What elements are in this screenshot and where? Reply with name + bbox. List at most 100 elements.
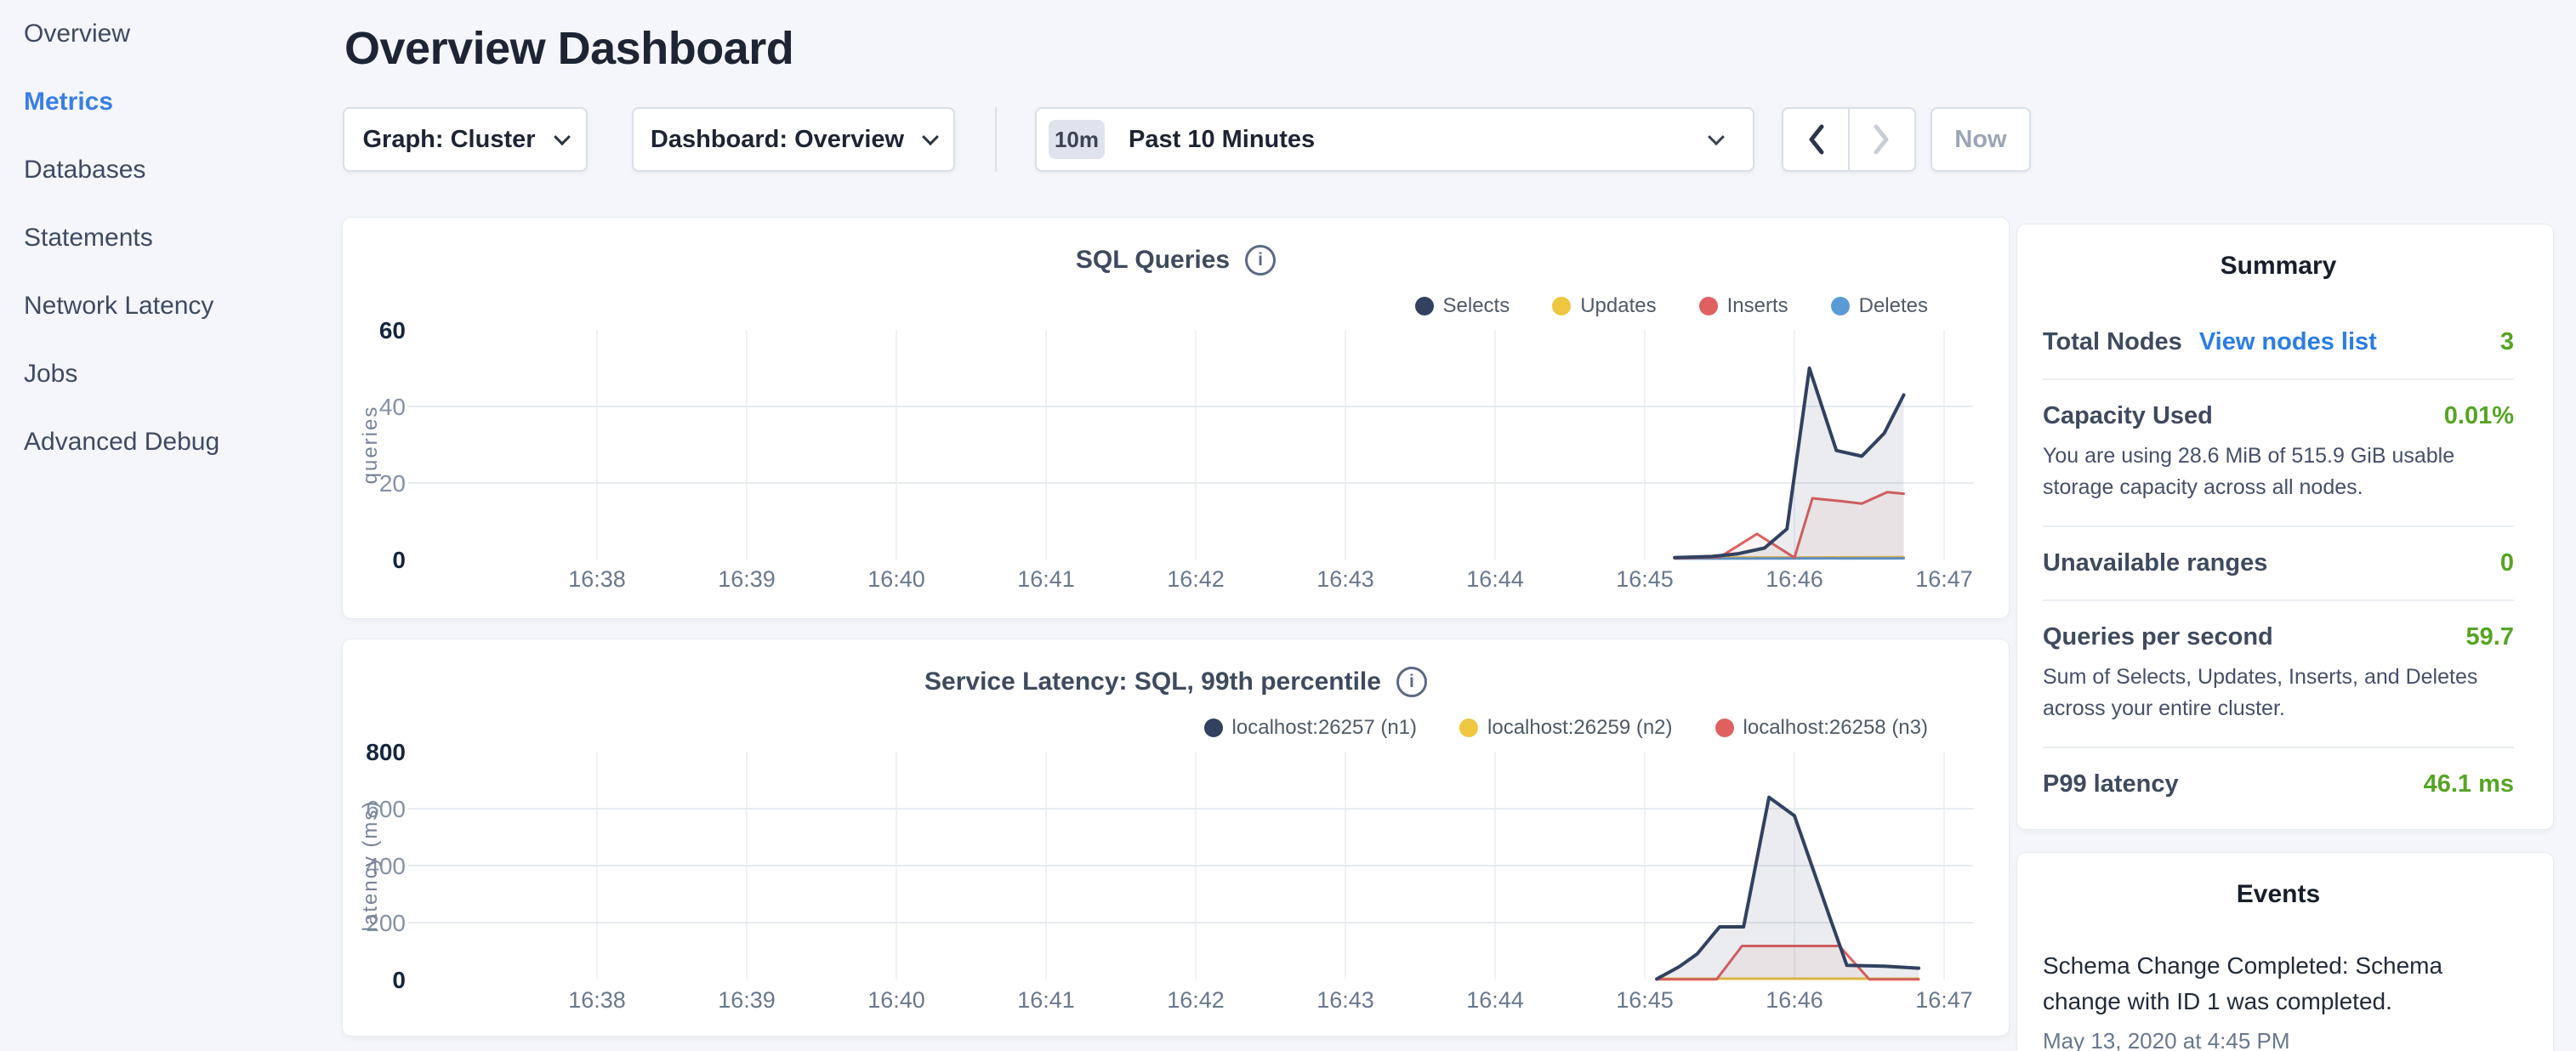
legend-item[interactable]: Updates — [1552, 294, 1656, 318]
chevron-right-icon — [1870, 121, 1894, 158]
x-tick-label: 16:44 — [1466, 987, 1524, 1013]
legend-item[interactable]: localhost:26257 (n1) — [1204, 716, 1417, 740]
summary-row-total-nodes: Total Nodes View nodes list 3 — [2043, 328, 2514, 356]
y-tick-label: 0 — [392, 547, 406, 573]
chart-title: SQL Queries — [1076, 246, 1230, 275]
legend-label: localhost:26257 (n1) — [1232, 716, 1417, 740]
summary-row-label: Capacity Used — [2043, 402, 2213, 430]
legend-label: Inserts — [1727, 294, 1788, 318]
next-time-button[interactable] — [1850, 109, 1914, 170]
sidebar-item-statements[interactable]: Statements — [0, 204, 342, 272]
dashboard-selector-dropdown[interactable]: Dashboard: Overview — [632, 107, 955, 172]
summary-row-queries-per-second: Queries per second 59.7 — [2043, 623, 2514, 651]
series-area — [1675, 368, 1903, 560]
chart-legend: Selects Updates Inserts Deletes — [1415, 294, 1929, 318]
sidebar-item-network-latency[interactable]: Network Latency — [0, 272, 342, 340]
legend-dot — [1415, 297, 1434, 315]
event-timestamp: May 13, 2020 at 4:45 PM — [2043, 1028, 2514, 1051]
graph-selector-label: Graph: Cluster — [362, 126, 535, 154]
time-range-label: Past 10 Minutes — [1129, 126, 1315, 154]
x-tick-label: 16:46 — [1766, 566, 1823, 592]
legend-item[interactable]: Selects — [1415, 294, 1510, 318]
time-window-badge: 10m — [1049, 120, 1105, 159]
sidebar-item-overview[interactable]: Overview — [0, 0, 342, 68]
x-tick-label: 16:47 — [1915, 987, 1973, 1013]
sidebar-item-metrics[interactable]: Metrics — [0, 68, 342, 136]
x-tick-label: 16:41 — [1017, 566, 1075, 592]
info-icon[interactable]: i — [1396, 667, 1427, 697]
y-tick-label: 60 — [379, 317, 406, 344]
summary-row-description: You are using 28.6 MiB of 515.9 GiB usab… — [2043, 440, 2514, 503]
now-button[interactable]: Now — [1931, 107, 2031, 172]
x-tick-label: 16:47 — [1915, 566, 1973, 592]
y-tick-label: 800 — [366, 739, 406, 765]
x-tick-label: 16:39 — [718, 987, 776, 1013]
legend-dot — [1459, 719, 1478, 737]
summary-row-label: Unavailable ranges — [2043, 549, 2267, 577]
view-nodes-list-link[interactable]: View nodes list — [2199, 328, 2377, 356]
graph-selector-dropdown[interactable]: Graph: Cluster — [343, 107, 588, 172]
chevron-down-icon — [554, 128, 571, 145]
y-tick-label: 20 — [379, 470, 406, 497]
chevron-down-icon — [1708, 128, 1725, 145]
summary-title: Summary — [2043, 252, 2514, 281]
page-title: Overview Dashboard — [344, 22, 793, 75]
legend-dot — [1204, 719, 1223, 737]
sidebar: Overview Metrics Databases Statements Ne… — [0, 0, 342, 476]
legend-label: Deletes — [1859, 294, 1928, 318]
time-range-dropdown[interactable]: 10m Past 10 Minutes — [1035, 107, 1754, 172]
divider — [2043, 378, 2514, 380]
chart-title: Service Latency: SQL, 99th percentile — [924, 668, 1381, 696]
summary-panel: Summary Total Nodes View nodes list 3 Ca… — [2017, 224, 2553, 829]
events-title: Events — [2043, 880, 2514, 909]
x-tick-label: 16:38 — [568, 566, 626, 592]
x-tick-label: 16:43 — [1316, 566, 1374, 592]
x-tick-label: 16:42 — [1167, 566, 1225, 592]
summary-row-label: Total Nodes — [2043, 328, 2182, 356]
x-tick-label: 16:44 — [1466, 566, 1524, 592]
summary-row-label: Queries per second — [2043, 623, 2273, 651]
info-icon[interactable]: i — [1245, 245, 1276, 276]
divider — [2043, 747, 2514, 748]
x-tick-label: 16:42 — [1167, 987, 1225, 1013]
legend-item[interactable]: localhost:26259 (n2) — [1459, 716, 1672, 740]
sql-queries-chart-card: 16:3816:3916:4016:4116:4216:4316:4416:45… — [343, 218, 2009, 618]
summary-row-value: 59.7 — [2466, 623, 2514, 651]
db-console-app: Overview Metrics Databases Statements Ne… — [0, 0, 2576, 1051]
legend-item[interactable]: localhost:26258 (n3) — [1715, 716, 1928, 740]
event-message[interactable]: Schema Change Completed: Schema change w… — [2043, 948, 2451, 1020]
sidebar-item-jobs[interactable]: Jobs — [0, 340, 342, 408]
summary-row-value: 0.01% — [2444, 402, 2514, 430]
y-axis-label: queries — [359, 406, 382, 485]
summary-row-unavailable-ranges: Unavailable ranges 0 — [2043, 549, 2514, 577]
divider — [2043, 599, 2514, 601]
chart-legend: localhost:26257 (n1) localhost:26259 (n2)… — [1204, 716, 1928, 740]
sidebar-item-advanced-debug[interactable]: Advanced Debug — [0, 408, 342, 476]
legend-dot — [1552, 297, 1571, 315]
prev-time-button[interactable] — [1783, 109, 1850, 170]
summary-row-value: 3 — [2500, 328, 2514, 356]
service-latency-plot[interactable]: 16:3816:3916:4016:4116:4216:4316:4416:45… — [343, 639, 2009, 1036]
divider — [2043, 526, 2514, 527]
chevron-left-icon — [1804, 121, 1828, 158]
summary-row-value: 0 — [2500, 549, 2514, 577]
x-tick-label: 16:43 — [1316, 987, 1374, 1013]
summary-row-p99-latency: P99 latency 46.1 ms — [2043, 770, 2514, 798]
y-tick-label: 40 — [379, 394, 406, 420]
series-area — [1657, 798, 1919, 980]
sql-queries-plot[interactable]: 16:3816:3916:4016:4116:4216:4316:4416:45… — [343, 218, 2009, 618]
toolbar-divider — [995, 107, 997, 172]
legend-item[interactable]: Deletes — [1831, 294, 1928, 318]
events-panel: Events Schema Change Completed: Schema c… — [2017, 853, 2553, 1051]
chevron-down-icon — [922, 128, 939, 145]
y-axis-label: latency (ms) — [359, 800, 382, 932]
x-tick-label: 16:46 — [1766, 987, 1823, 1013]
legend-label: localhost:26258 (n3) — [1743, 716, 1928, 740]
summary-row-value: 46.1 ms — [2424, 770, 2514, 798]
summary-row-description: Sum of Selects, Updates, Inserts, and De… — [2043, 662, 2514, 724]
legend-item[interactable]: Inserts — [1699, 294, 1788, 318]
x-tick-label: 16:45 — [1616, 987, 1674, 1013]
x-tick-label: 16:45 — [1616, 566, 1674, 592]
sidebar-item-databases[interactable]: Databases — [0, 136, 342, 204]
legend-dot — [1831, 297, 1850, 315]
